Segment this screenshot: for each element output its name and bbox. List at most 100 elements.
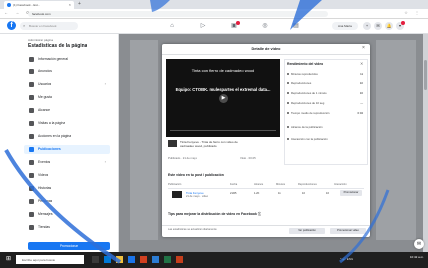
windows-start-icon[interactable]: ⊞ [4, 255, 13, 264]
bullet-icon [287, 138, 289, 140]
column-header[interactable]: Publicación [168, 183, 181, 186]
post-thumbnail [168, 140, 177, 147]
sidebar-title: Estadísticas de la página [28, 43, 88, 49]
sidebar-item-label: Me gusta [38, 95, 52, 99]
video-overlay-subtitle: Equipo: CTOBK. mulespartes el extremal d… [175, 87, 271, 92]
bullet-icon [287, 112, 289, 114]
facebook-logo-icon[interactable]: f [7, 21, 16, 30]
promote-button[interactable]: Promocionar [28, 242, 110, 250]
sidebar-item-reach[interactable]: Alcance [24, 106, 110, 115]
office-icon[interactable] [140, 256, 147, 263]
sidebar-item-actions[interactable]: Acciones en la página [24, 132, 110, 141]
column-header[interactable]: Interacción [334, 183, 347, 186]
events-icon [29, 160, 34, 165]
gaming-icon[interactable]: ▤ [291, 22, 301, 31]
sidebar-item-label: Publicaciones [38, 147, 61, 151]
sidebar-item-stories[interactable]: Historias [24, 184, 110, 193]
word-icon[interactable] [152, 256, 159, 263]
background-column [130, 40, 158, 240]
sidebar-item-label: Información general [38, 57, 68, 61]
info-icon[interactable]: ⓘ [258, 212, 261, 216]
page-views-icon [29, 121, 34, 126]
search-icon: ⌕ [23, 23, 26, 28]
column-header[interactable]: Minutos [276, 183, 285, 186]
row-promote-button[interactable]: Promocionar [340, 190, 362, 196]
footer-note: Las estadísticas se actualizan diariamen… [168, 228, 217, 231]
sidebar-item-ads[interactable]: Anuncios [24, 67, 110, 76]
sidebar-item-people[interactable]: Personas [24, 197, 110, 206]
facebook-search-input[interactable]: ⌕ Buscar en Facebook [20, 22, 78, 30]
taskbar-search-input[interactable]: Escribe aquí para buscar [16, 255, 84, 264]
sidebar-subtitle: Administrar página [28, 38, 54, 42]
groups-icon[interactable]: ◎ [260, 22, 270, 31]
watch-icon[interactable]: ▷ [198, 22, 208, 31]
stat-row: Interacción con la publicación [287, 136, 363, 142]
sidebar-item-label: Personas [38, 199, 53, 203]
video-overlay-title: Tinta con fierro de cadmadeo wood [191, 68, 255, 73]
task-view-icon[interactable] [92, 256, 99, 263]
sidebar-item-label: Eventos [38, 160, 51, 164]
sidebar-item-overview[interactable]: Información general [24, 55, 110, 64]
video-progress-bar[interactable] [170, 130, 276, 131]
browser-extension-icons[interactable]: ☆ ⋮ [404, 10, 422, 15]
sidebar-item-label: Mensajes [38, 212, 53, 216]
tips-heading: Tips para mejorar la distribución de vid… [168, 211, 261, 216]
stat-value: — [360, 101, 363, 105]
messenger-button[interactable]: ✉ [374, 22, 382, 30]
play-icon[interactable]: ▶ [219, 94, 228, 103]
promote-video-button[interactable]: Promocionar video [330, 228, 366, 234]
sidebar-item-videos[interactable]: Videos [24, 171, 110, 180]
browser-tab[interactable]: (1) Facebook - Est... × [4, 1, 74, 9]
table-cell: 21/05 [230, 192, 237, 195]
sidebar-item-label: Usuarios [38, 82, 52, 86]
facebook-favicon-icon [7, 3, 11, 7]
sidebar-item-posts[interactable]: Publicaciones [24, 145, 110, 154]
sidebar-item-page-views[interactable]: Visitas a la página [24, 119, 110, 128]
sidebar-item-label: Acciones en la página [38, 134, 72, 138]
stat-row: Tiempo medio de reproducción 0:04 [287, 110, 363, 116]
file-explorer-icon[interactable] [116, 256, 123, 263]
new-tab-button[interactable]: + [78, 1, 81, 7]
close-icon[interactable]: × [362, 45, 365, 51]
taskbar-clock[interactable]: 10:42 a.m. [388, 255, 424, 259]
scrollbar-thumb[interactable] [424, 60, 427, 90]
table-cell: 11 [278, 192, 281, 195]
bullet-icon [287, 82, 289, 84]
table-cell: 1.2K [254, 192, 260, 195]
table-header: Publicación Fecha Alcance Minutos Reprod… [168, 182, 364, 189]
home-icon[interactable]: ⌂ [167, 22, 177, 31]
profile-chip[interactable]: Ana María [332, 22, 358, 30]
close-icon[interactable]: ✕ [360, 61, 363, 66]
column-header[interactable]: Reproducciones [298, 183, 317, 186]
create-button[interactable]: + [363, 22, 371, 30]
sidebar-item-shops[interactable]: Tiendas [24, 223, 110, 232]
row-thumbnail [172, 191, 182, 198]
notification-dot [236, 21, 240, 25]
sidebar-item-messages[interactable]: Mensajes [24, 210, 110, 219]
sidebar-item-events[interactable]: Eventos › [24, 158, 110, 167]
sidebar-item-label: Historias [38, 186, 52, 190]
column-header[interactable]: Alcance [254, 183, 263, 186]
modal-title: Detalle de video [251, 47, 281, 51]
url-field[interactable]: facebook.com [28, 11, 328, 17]
post-meta: Publicado · 21 de mayo [168, 156, 198, 160]
view-post-button[interactable]: Ver publicación [289, 228, 325, 234]
sidebar-item-followers[interactable]: Usuarios › [24, 80, 110, 89]
tab-close-icon[interactable]: × [69, 2, 71, 7]
system-tray[interactable]: ^ 🔊 ENG [340, 257, 353, 261]
new-message-icon[interactable]: ✉ [414, 239, 424, 249]
post-text: cadmadeo wood, publicado [180, 144, 217, 148]
powerpoint-icon[interactable] [176, 256, 183, 263]
post-meta: Visto · 00:25 [240, 156, 256, 160]
bullet-icon [287, 92, 289, 94]
excel-icon[interactable] [164, 256, 171, 263]
edge-icon[interactable] [104, 256, 111, 263]
stat-label: Alcance de la publicación [291, 125, 323, 129]
stat-value: 16 [359, 91, 363, 95]
sidebar-item-label: Alcance [38, 108, 51, 112]
chrome-icon[interactable] [128, 256, 135, 263]
sidebar-item-likes[interactable]: Me gusta [24, 93, 110, 102]
notifications-button[interactable]: 🔔 [385, 22, 393, 30]
stat-label: Reproducciones [291, 81, 312, 85]
column-header[interactable]: Fecha [230, 183, 237, 186]
